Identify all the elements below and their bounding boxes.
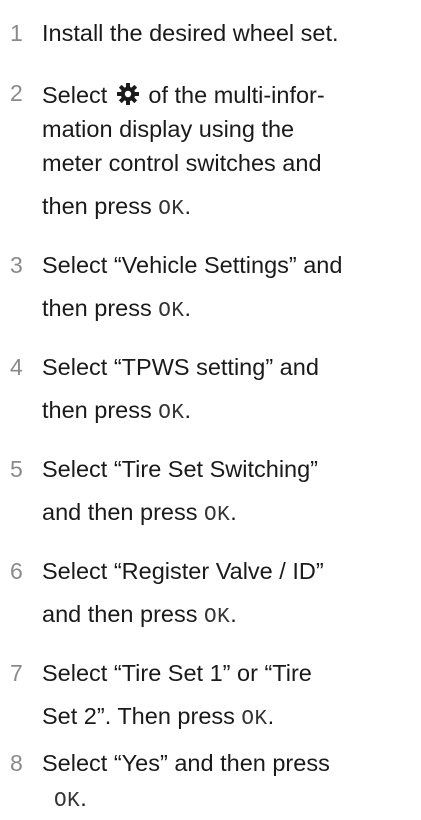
step-text-line: Select “Tire Set Switching” bbox=[42, 456, 318, 482]
step-text-fragment: and then press bbox=[42, 601, 198, 627]
step-number: 3 bbox=[10, 252, 23, 278]
step-number: 5 bbox=[10, 456, 23, 482]
ok-button-label: OK bbox=[158, 198, 185, 221]
step-text-fragment: . bbox=[230, 601, 237, 627]
step-text-line: then press OK. bbox=[42, 397, 192, 425]
step-text-fragment: of the multi-infor- bbox=[148, 82, 325, 108]
step-text-fragment: then press bbox=[42, 193, 152, 219]
ok-button-label: OK bbox=[241, 708, 268, 731]
step-text-line: and then press OK. bbox=[42, 601, 237, 629]
step-text-fragment: . bbox=[184, 193, 192, 219]
ok-button-label: OK bbox=[54, 790, 81, 813]
ok-button-label: OK bbox=[204, 504, 231, 527]
step-number: 8 bbox=[10, 750, 23, 776]
step-number: 7 bbox=[10, 660, 23, 686]
step-text-line: Set 2”. Then press OK. bbox=[42, 703, 275, 731]
ok-button-label: OK bbox=[204, 606, 231, 629]
step-text-line: OK. bbox=[54, 785, 87, 813]
step-text-line: Select “Vehicle Settings” and bbox=[42, 252, 343, 278]
gear-icon bbox=[116, 83, 139, 105]
step-text-fragment: . bbox=[230, 499, 237, 525]
step-text-line: Install the desired wheel set. bbox=[42, 20, 339, 46]
step-text-line: meter control switches and bbox=[42, 150, 322, 176]
step-number: 1 bbox=[10, 20, 23, 46]
step-text-line: Select “TPWS setting” and bbox=[42, 354, 319, 380]
step-text-fragment: Set 2”. Then press bbox=[42, 703, 235, 729]
step-text-fragment: . bbox=[80, 785, 87, 811]
step-text-fragment: then press bbox=[42, 295, 152, 321]
ok-button-label: OK bbox=[158, 300, 185, 323]
step-number: 6 bbox=[10, 558, 23, 584]
step-text-line: Select “Tire Set 1” or “Tire bbox=[42, 660, 312, 686]
step-text-fragment: . bbox=[184, 295, 192, 321]
step-text-line: then press OK. bbox=[42, 295, 192, 323]
step-text-line: mation display using the bbox=[42, 116, 295, 142]
step-text-line: Select of the multi-infor- bbox=[42, 82, 325, 108]
step-number: 2 bbox=[10, 80, 23, 106]
step-text-line: then press OK. bbox=[42, 193, 192, 221]
step-text-line: Select “Register Valve / ID” bbox=[42, 558, 324, 584]
step-number: 4 bbox=[10, 354, 23, 380]
step-text-fragment: and then press bbox=[42, 499, 198, 525]
step-text-fragment: . bbox=[184, 397, 192, 423]
step-text-fragment: then press bbox=[42, 397, 152, 423]
step-text-line: and then press OK. bbox=[42, 499, 237, 527]
step-text-fragment: Select bbox=[42, 82, 108, 108]
ok-button-label: OK bbox=[158, 402, 185, 425]
step-text-fragment: . bbox=[267, 703, 275, 729]
step-text-line: Select “Yes” and then press bbox=[42, 750, 330, 776]
